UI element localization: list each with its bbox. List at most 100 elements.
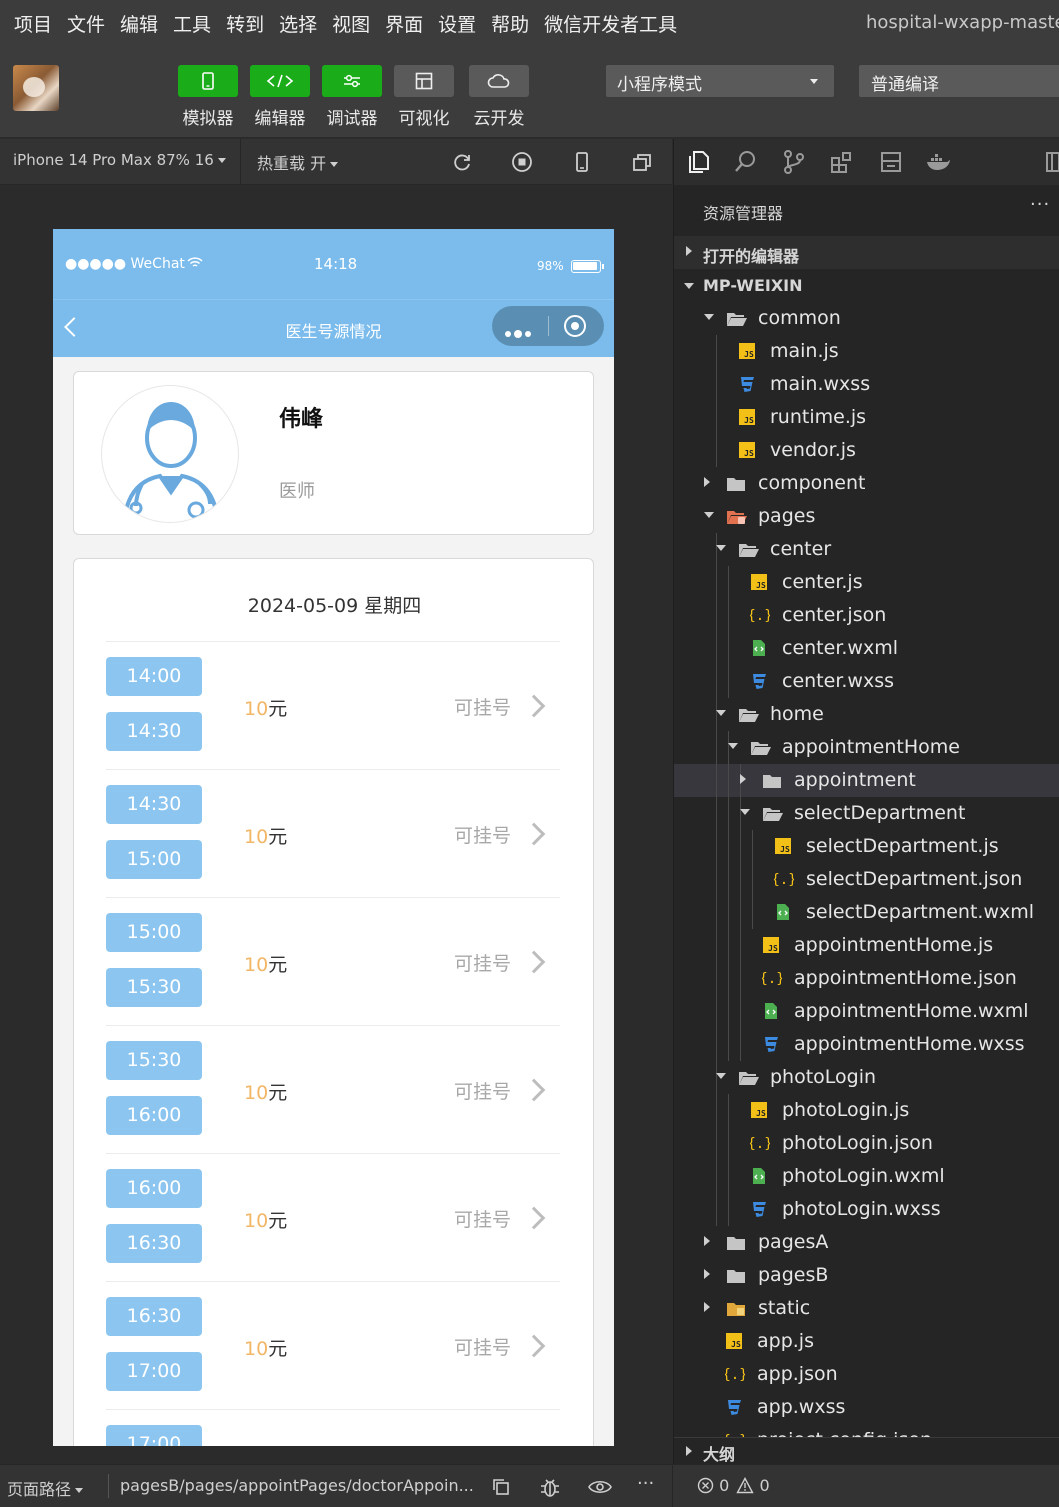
- more-actions-icon[interactable]: ···: [1030, 194, 1050, 215]
- indent-guide: [716, 830, 717, 863]
- section-open-editors[interactable]: 打开的编辑器: [674, 236, 1059, 269]
- panel-toggle-icon[interactable]: [1043, 149, 1059, 175]
- close-target-icon[interactable]: [564, 315, 586, 337]
- problems-summary[interactable]: 0 0: [697, 1476, 770, 1495]
- menu-item[interactable]: 设置: [438, 10, 476, 37]
- tree-file[interactable]: JS selectDepartment.js: [674, 830, 1059, 863]
- toolbar-button-2[interactable]: [322, 65, 382, 97]
- slot-row[interactable]: 15:30 16:00 10元 可挂号: [106, 1025, 560, 1153]
- device-select[interactable]: iPhone 14 Pro Max 87% 16: [13, 151, 226, 169]
- tree-file[interactable]: {.} selectDepartment.json: [674, 863, 1059, 896]
- section-outline[interactable]: 大纲: [674, 1437, 1059, 1464]
- tree-file[interactable]: appointmentHome.wxss: [674, 1028, 1059, 1061]
- toolbar-button-3[interactable]: [394, 65, 454, 97]
- tree-file[interactable]: photoLogin.wxml: [674, 1160, 1059, 1193]
- toolbar-button-label[interactable]: 可视化: [384, 104, 464, 129]
- tree-folder[interactable]: pagesB: [674, 1259, 1059, 1292]
- more-dots-icon[interactable]: [505, 322, 534, 341]
- menu-item[interactable]: 帮助: [491, 10, 529, 37]
- tree-item-label: center.js: [782, 571, 863, 593]
- tree-file[interactable]: JS app.js: [674, 1325, 1059, 1358]
- tree-file[interactable]: main.wxss: [674, 368, 1059, 401]
- tree-folder[interactable]: static: [674, 1292, 1059, 1325]
- source-control-icon[interactable]: [781, 149, 807, 175]
- slot-row[interactable]: 17:00: [106, 1409, 560, 1446]
- toolbar-button-label[interactable]: 云开发: [459, 104, 539, 129]
- tree-file[interactable]: JS appointmentHome.js: [674, 929, 1059, 962]
- slot-row[interactable]: 15:00 15:30 10元 可挂号: [106, 897, 560, 1025]
- bug-icon[interactable]: [539, 1476, 561, 1498]
- toolbar-button-label[interactable]: 模拟器: [168, 104, 248, 129]
- indent-guide: [740, 1028, 741, 1061]
- tree-file[interactable]: center.wxml: [674, 632, 1059, 665]
- tree-folder[interactable]: appointment: [674, 764, 1059, 797]
- tree-folder[interactable]: pages: [674, 500, 1059, 533]
- menu-item[interactable]: 转到: [226, 10, 264, 37]
- stop-icon[interactable]: [511, 151, 533, 173]
- indent-guide: [716, 764, 717, 797]
- menu-item[interactable]: 工具: [173, 10, 211, 37]
- menu-item[interactable]: 界面: [385, 10, 423, 37]
- tree-file[interactable]: JS center.js: [674, 566, 1059, 599]
- files-icon[interactable]: [686, 149, 712, 175]
- search-icon[interactable]: [733, 149, 759, 175]
- page-path-select[interactable]: 页面路径: [7, 1476, 84, 1500]
- toolbar-button-4[interactable]: [469, 65, 529, 97]
- toolbar-button-1[interactable]: [250, 65, 310, 97]
- tree-item-label: appointmentHome.js: [794, 934, 994, 956]
- tree-file[interactable]: center.wxss: [674, 665, 1059, 698]
- tree-file[interactable]: app.wxss: [674, 1391, 1059, 1424]
- slot-row[interactable]: 14:00 14:30 10元 可挂号: [106, 641, 560, 769]
- toolbar-button-0[interactable]: [178, 65, 238, 97]
- copy-icon[interactable]: [491, 1477, 511, 1497]
- extensions-icon[interactable]: [829, 149, 855, 175]
- layout-icon: [415, 72, 433, 90]
- tree-file[interactable]: appointmentHome.wxml: [674, 995, 1059, 1028]
- section-project[interactable]: MP-WEIXIN: [674, 269, 1059, 302]
- toolbar-button-label[interactable]: 调试器: [312, 104, 392, 129]
- menu-item[interactable]: 微信开发者工具: [544, 10, 677, 37]
- tree-folder[interactable]: component: [674, 467, 1059, 500]
- slot-row[interactable]: 14:30 15:00 10元 可挂号: [106, 769, 560, 897]
- slot-start-time: 15:30: [106, 1041, 202, 1080]
- refresh-icon[interactable]: [451, 151, 473, 173]
- hot-reload-toggle[interactable]: 热重载 开: [257, 150, 339, 174]
- user-avatar[interactable]: [13, 65, 59, 111]
- tree-file[interactable]: {.} app.json: [674, 1358, 1059, 1391]
- menu-item[interactable]: 视图: [332, 10, 370, 37]
- slot-row[interactable]: 16:00 16:30 10元 可挂号: [106, 1153, 560, 1281]
- tree-file[interactable]: photoLogin.wxss: [674, 1193, 1059, 1226]
- tree-folder[interactable]: appointmentHome: [674, 731, 1059, 764]
- tree-item-label: main.js: [770, 340, 839, 362]
- tree-file[interactable]: JS vendor.js: [674, 434, 1059, 467]
- menu-item[interactable]: 文件: [67, 10, 105, 37]
- mode-select[interactable]: 小程序模式: [606, 65, 834, 97]
- compile-select[interactable]: 普通编译: [859, 65, 1059, 97]
- tree-file[interactable]: JS main.js: [674, 335, 1059, 368]
- more-options-icon[interactable]: ···: [637, 1473, 654, 1494]
- tree-folder[interactable]: pagesA: [674, 1226, 1059, 1259]
- tree-file[interactable]: JS runtime.js: [674, 401, 1059, 434]
- tree-folder[interactable]: home: [674, 698, 1059, 731]
- tree-file[interactable]: {.} appointmentHome.json: [674, 962, 1059, 995]
- docker-icon[interactable]: [925, 149, 951, 175]
- tree-folder[interactable]: common: [674, 302, 1059, 335]
- menu-item[interactable]: 选择: [279, 10, 317, 37]
- tree-item-label: appointment: [794, 769, 916, 791]
- eye-icon[interactable]: [588, 1478, 612, 1496]
- tree-file[interactable]: {.} photoLogin.json: [674, 1127, 1059, 1160]
- detach-window-icon[interactable]: [631, 151, 653, 173]
- tree-file[interactable]: {.} center.json: [674, 599, 1059, 632]
- tree-folder[interactable]: photoLogin: [674, 1061, 1059, 1094]
- toolbar-button-label[interactable]: 编辑器: [240, 104, 320, 129]
- tree-file[interactable]: selectDepartment.wxml: [674, 896, 1059, 929]
- menu-item[interactable]: 编辑: [120, 10, 158, 37]
- tree-folder[interactable]: selectDepartment: [674, 797, 1059, 830]
- css-file-icon: [738, 375, 758, 395]
- storage-icon[interactable]: [878, 149, 904, 175]
- menu-item[interactable]: 项目: [14, 10, 52, 37]
- tree-folder[interactable]: center: [674, 533, 1059, 566]
- tree-file[interactable]: JS photoLogin.js: [674, 1094, 1059, 1127]
- phone-preview-icon[interactable]: [571, 151, 593, 173]
- slot-row[interactable]: 16:30 17:00 10元 可挂号: [106, 1281, 560, 1409]
